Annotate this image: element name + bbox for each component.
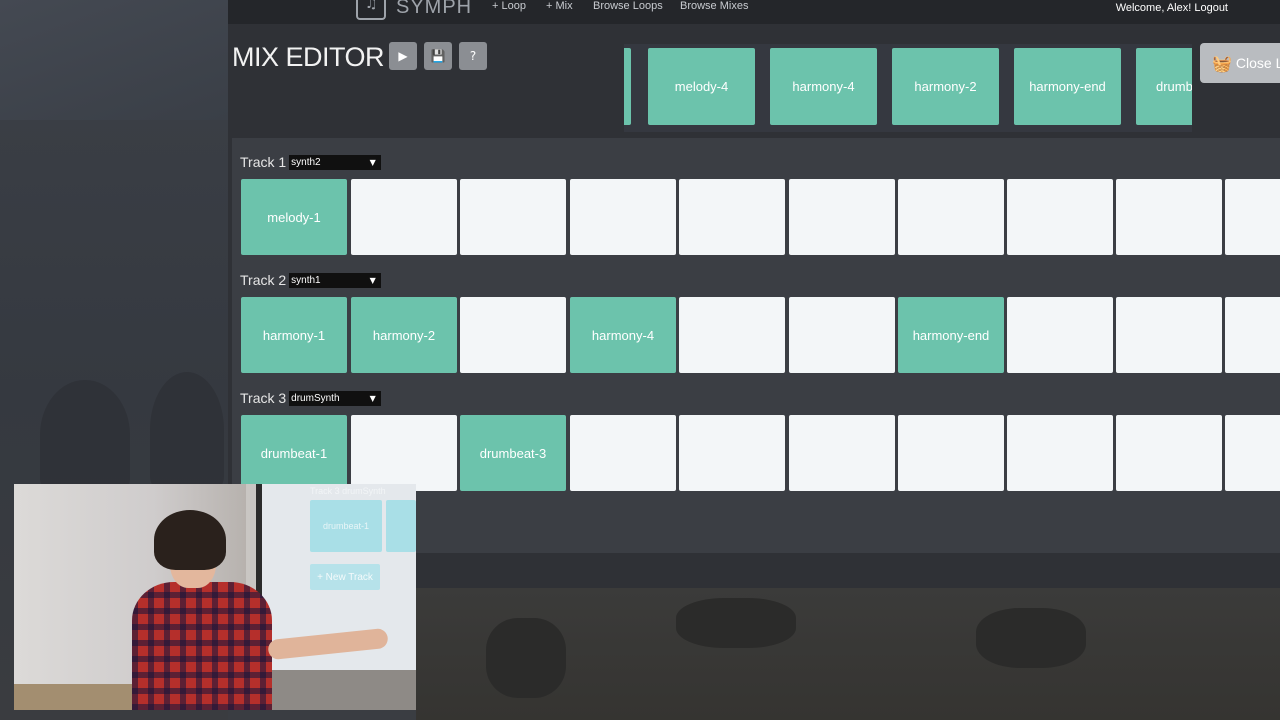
brand-name: SYMPH bbox=[396, 0, 473, 18]
empty-track-slot[interactable] bbox=[1225, 297, 1280, 373]
brand[interactable]: SYMPH bbox=[356, 0, 472, 20]
synth-select[interactable]: synth1 ▼ bbox=[289, 272, 382, 288]
speaker-webcam: Track 3 drumSynth drumbeat-1 + New Track bbox=[14, 484, 416, 710]
speaker-hair bbox=[154, 510, 226, 570]
track-loop-cell[interactable]: harmony-end bbox=[898, 297, 1004, 373]
empty-track-slot[interactable] bbox=[570, 415, 676, 491]
palette-loop[interactable]: harmony-end bbox=[1014, 48, 1121, 125]
chevron-down-icon: ▼ bbox=[369, 393, 376, 403]
chair bbox=[976, 608, 1086, 668]
track-loop-cell[interactable]: melody-1 bbox=[241, 179, 347, 255]
empty-track-slot[interactable] bbox=[898, 415, 1004, 491]
loop-palette: melody-4 harmony-4 harmony-2 harmony-end… bbox=[624, 44, 1192, 132]
chevron-down-icon: ▼ bbox=[369, 275, 376, 285]
save-button[interactable]: 💾 bbox=[424, 42, 452, 70]
background-floor bbox=[416, 588, 1280, 720]
palette-loop[interactable]: harmony-4 bbox=[770, 48, 877, 125]
play-icon: ▶ bbox=[398, 49, 408, 63]
empty-track-slot[interactable] bbox=[1225, 179, 1280, 255]
track-loop-cell[interactable]: harmony-2 bbox=[351, 297, 457, 373]
save-icon: 💾 bbox=[430, 49, 446, 63]
close-loops-button[interactable]: 🧺 Close Lo bbox=[1200, 43, 1280, 83]
welcome-logout-link[interactable]: Welcome, Alex! Logout bbox=[1116, 2, 1228, 14]
speaker-shirt bbox=[132, 582, 272, 710]
track-header: Track 1 synth2 ▼ bbox=[240, 154, 382, 170]
ceiling bbox=[0, 0, 228, 120]
synth-select[interactable]: synth2 ▼ bbox=[289, 154, 382, 170]
chair bbox=[676, 598, 796, 648]
empty-track-slot[interactable] bbox=[898, 179, 1004, 255]
track-label: Track 3 bbox=[240, 390, 287, 406]
empty-track-slot[interactable] bbox=[679, 179, 785, 255]
play-button[interactable]: ▶ bbox=[389, 42, 417, 70]
empty-track-slot[interactable] bbox=[351, 415, 457, 491]
empty-track-slot[interactable] bbox=[789, 297, 895, 373]
webcam-desk bbox=[14, 684, 134, 710]
empty-track-slot[interactable] bbox=[679, 415, 785, 491]
projected-loop-cell-partial bbox=[386, 500, 416, 552]
track-loop-cell[interactable]: harmony-4 bbox=[570, 297, 676, 373]
empty-track-slot[interactable] bbox=[460, 297, 566, 373]
palette-loop-partial[interactable] bbox=[624, 48, 631, 125]
basket-icon: 🧺 bbox=[1212, 53, 1232, 73]
projected-new-track-button: + New Track bbox=[310, 564, 380, 590]
synth-select[interactable]: drumSynth ▼ bbox=[289, 390, 382, 406]
track-header: Track 3 drumSynth ▼ bbox=[240, 390, 382, 406]
empty-track-slot[interactable] bbox=[1007, 415, 1113, 491]
empty-track-slot[interactable] bbox=[1116, 415, 1222, 491]
empty-track-slot[interactable] bbox=[1007, 297, 1113, 373]
track-label: Track 1 bbox=[240, 154, 287, 170]
music-note-icon bbox=[356, 0, 386, 20]
empty-track-slot[interactable] bbox=[1007, 179, 1113, 255]
chevron-down-icon: ▼ bbox=[369, 157, 376, 167]
track-label: Track 2 bbox=[240, 272, 287, 288]
nav-add-mix[interactable]: + Mix bbox=[546, 0, 573, 12]
audience-person bbox=[150, 372, 224, 488]
empty-track-slot[interactable] bbox=[1116, 179, 1222, 255]
empty-track-slot[interactable] bbox=[570, 179, 676, 255]
empty-track-slot[interactable] bbox=[679, 297, 785, 373]
navbar: SYMPH + Loop + Mix Browse Loops Browse M… bbox=[228, 0, 1280, 24]
synth-select-value: synth1 bbox=[291, 274, 321, 286]
help-button[interactable]: ? bbox=[459, 42, 487, 70]
empty-track-slot[interactable] bbox=[460, 179, 566, 255]
empty-track-slot[interactable] bbox=[789, 415, 895, 491]
track-loop-cell[interactable]: drumbeat-3 bbox=[460, 415, 566, 491]
empty-track-slot[interactable] bbox=[1225, 415, 1280, 491]
empty-track-slot[interactable] bbox=[1116, 297, 1222, 373]
nav-browse-mixes[interactable]: Browse Mixes bbox=[680, 0, 748, 12]
nav-browse-loops[interactable]: Browse Loops bbox=[593, 0, 663, 12]
projected-loop-cell: drumbeat-1 bbox=[310, 500, 382, 552]
chair bbox=[486, 618, 566, 698]
palette-loop[interactable]: harmony-2 bbox=[892, 48, 999, 125]
palette-loop[interactable]: drumb bbox=[1136, 48, 1192, 125]
track-loop-cell[interactable]: drumbeat-1 bbox=[241, 415, 347, 491]
nav-add-loop[interactable]: + Loop bbox=[492, 0, 526, 12]
page-title: MIX EDITOR bbox=[232, 42, 385, 72]
track-header: Track 2 synth1 ▼ bbox=[240, 272, 382, 288]
close-loops-label: Close Lo bbox=[1235, 55, 1280, 71]
audience-person bbox=[40, 380, 130, 490]
projected-track-label: Track 3 drumSynth bbox=[310, 486, 386, 496]
synth-select-value: synth2 bbox=[291, 156, 321, 168]
empty-track-slot[interactable] bbox=[789, 179, 895, 255]
empty-track-slot[interactable] bbox=[351, 179, 457, 255]
palette-loop[interactable]: melody-4 bbox=[648, 48, 755, 125]
track-loop-cell[interactable]: harmony-1 bbox=[241, 297, 347, 373]
help-icon: ? bbox=[469, 49, 477, 63]
synth-select-value: drumSynth bbox=[291, 392, 340, 404]
